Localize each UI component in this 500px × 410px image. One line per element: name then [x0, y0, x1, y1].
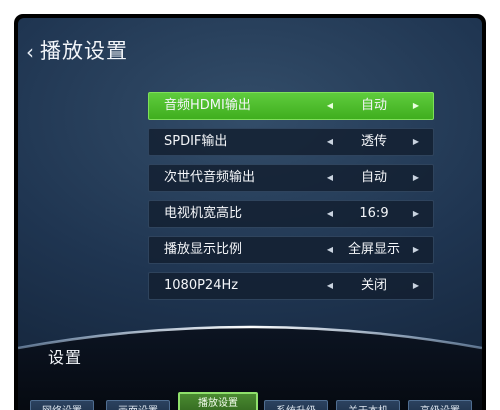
arrow-left-icon[interactable]: ◀ — [325, 273, 335, 299]
setting-row-nextgen-audio[interactable]: 次世代音频输出 ◀ 自动 ▶ — [148, 164, 434, 192]
arrow-right-icon[interactable]: ▶ — [411, 93, 421, 119]
setting-value: 自动 — [360, 170, 387, 185]
setting-label: 播放显示比例 — [164, 242, 243, 257]
arrow-left-icon[interactable]: ◀ — [325, 201, 335, 227]
tab-network-settings[interactable]: 网络设置 — [30, 400, 94, 410]
tab-system-upgrade[interactable]: 系统升级 — [264, 400, 328, 410]
setting-label: SPDIF输出 — [164, 134, 228, 149]
arrow-right-icon[interactable]: ▶ — [411, 129, 421, 155]
setting-row-1080p24hz[interactable]: 1080P24Hz ◀ 关闭 ▶ — [148, 272, 434, 300]
tab-playback-settings[interactable]: 播放设置 — [178, 392, 258, 410]
setting-row-display-ratio[interactable]: 播放显示比例 ◀ 全屏显示 ▶ — [148, 236, 434, 264]
section-label: 设置 — [48, 348, 83, 367]
setting-row-spdif[interactable]: SPDIF输出 ◀ 透传 ▶ — [148, 128, 434, 156]
arrow-right-icon[interactable]: ▶ — [411, 165, 421, 191]
arrow-right-icon[interactable]: ▶ — [411, 201, 421, 227]
tv-frame: ‹ 播放设置 音频HDMI输出 ◀ 自动 ▶ SPDIF输出 ◀ 透传 ▶ 次世… — [14, 14, 486, 410]
tv-screen: ‹ 播放设置 音频HDMI输出 ◀ 自动 ▶ SPDIF输出 ◀ 透传 ▶ 次世… — [18, 18, 482, 410]
page-title: 播放设置 — [40, 39, 128, 63]
back-chevron-icon[interactable]: ‹ — [22, 40, 38, 64]
setting-value: 全屏显示 — [347, 242, 400, 257]
setting-row-aspect-ratio[interactable]: 电视机宽高比 ◀ 16:9 ▶ — [148, 200, 434, 228]
setting-label: 1080P24Hz — [164, 278, 239, 293]
setting-label: 次世代音频输出 — [164, 170, 256, 185]
arrow-left-icon[interactable]: ◀ — [325, 93, 335, 119]
tab-about-device[interactable]: 关于本机 — [336, 400, 400, 410]
tab-picture-settings[interactable]: 画面设置 — [106, 400, 170, 410]
arrow-right-icon[interactable]: ▶ — [411, 273, 421, 299]
arrow-right-icon[interactable]: ▶ — [411, 237, 421, 263]
tab-advanced-settings[interactable]: 高级设置 — [408, 400, 472, 410]
setting-value: 16:9 — [359, 206, 389, 221]
setting-value: 透传 — [360, 134, 387, 149]
setting-value: 关闭 — [360, 278, 387, 293]
arrow-left-icon[interactable]: ◀ — [325, 129, 335, 155]
setting-label: 音频HDMI输出 — [164, 98, 251, 113]
arrow-left-icon[interactable]: ◀ — [325, 165, 335, 191]
setting-row-hdmi-audio[interactable]: 音频HDMI输出 ◀ 自动 ▶ — [148, 92, 434, 120]
setting-value: 自动 — [360, 98, 387, 113]
arrow-left-icon[interactable]: ◀ — [325, 237, 335, 263]
setting-label: 电视机宽高比 — [164, 206, 243, 221]
